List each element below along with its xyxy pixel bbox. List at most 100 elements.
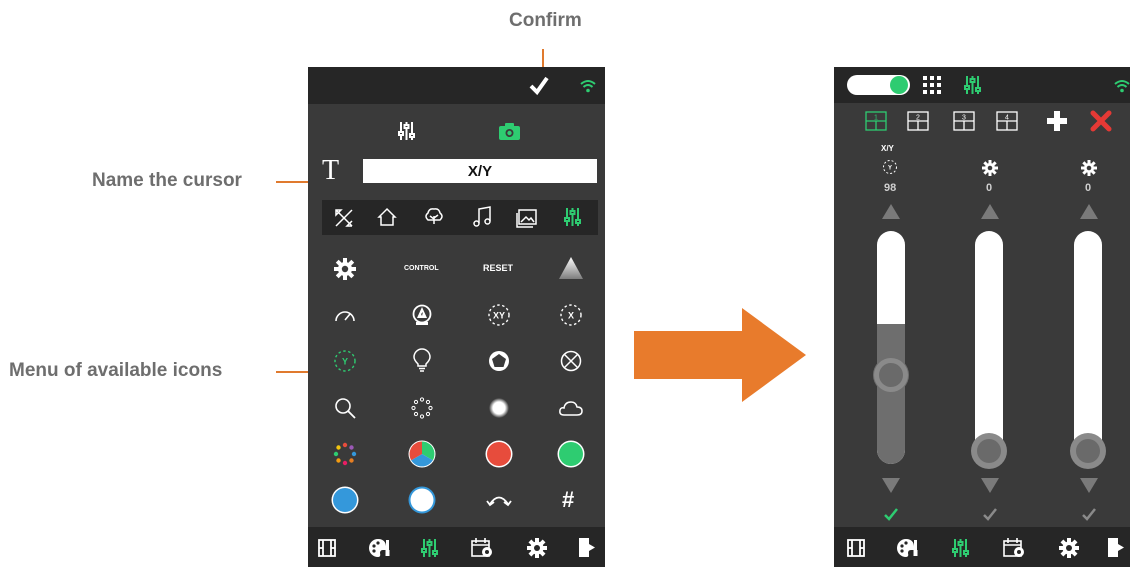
pentagon-icon[interactable] <box>488 350 510 372</box>
hash-icon[interactable]: # <box>562 488 574 512</box>
top-bar <box>308 67 605 104</box>
red-circle-icon[interactable] <box>485 440 513 468</box>
layout-tab-3-label: 3 <box>962 115 966 122</box>
right-arrow-icon <box>634 308 806 402</box>
layout-tab-3[interactable]: 3 <box>953 111 975 131</box>
sliders-top-icon[interactable] <box>964 75 981 95</box>
text-t-icon: T <box>322 155 340 186</box>
slider-1-check-icon[interactable] <box>883 507 899 521</box>
slider-3-up-arrow[interactable] <box>1080 204 1098 219</box>
slider-1-knob[interactable] <box>873 357 909 393</box>
film-icon[interactable] <box>847 539 865 557</box>
sliders-nav-icon[interactable] <box>952 538 969 558</box>
add-icon[interactable] <box>1047 111 1067 131</box>
gear-nav-icon[interactable] <box>1059 538 1079 558</box>
sliders-nav-icon[interactable] <box>421 538 438 558</box>
slider-3-down-arrow[interactable] <box>1080 478 1098 493</box>
slider-1-up-arrow[interactable] <box>882 204 900 219</box>
palette-icon[interactable] <box>897 538 919 558</box>
slider-3-check-icon[interactable] <box>1081 507 1097 521</box>
color-dots-icon[interactable] <box>333 442 357 466</box>
blue-circle-icon[interactable] <box>331 486 359 514</box>
calendar-gear-icon[interactable] <box>1003 537 1025 558</box>
exit-icon[interactable] <box>1107 537 1125 558</box>
calendar-gear-icon[interactable] <box>471 537 493 558</box>
check-icon[interactable] <box>529 75 549 96</box>
svg-text:Y: Y <box>888 166 892 172</box>
tree-icon[interactable] <box>424 207 444 227</box>
control-top-bar <box>834 67 1130 103</box>
slider-2-up-arrow[interactable] <box>981 204 999 219</box>
cursor-name-value: X/Y <box>467 162 493 180</box>
gauge-icon[interactable] <box>334 308 356 322</box>
wifi-icon <box>580 80 596 93</box>
layout-tab-1-label: 1 <box>874 115 878 122</box>
icon-editor-screen: T X/Y CONTROL RESET XY X Y # <box>308 67 605 567</box>
slider-1-track[interactable] <box>877 231 905 464</box>
control-label[interactable]: CONTROL <box>404 265 439 272</box>
bottom-nav <box>308 527 605 567</box>
annotation-menu-icons: Menu of available icons <box>9 360 223 381</box>
svg-text:Y: Y <box>342 357 348 367</box>
reset-label[interactable]: RESET <box>483 263 513 273</box>
master-toggle[interactable] <box>847 75 910 95</box>
svg-text:XY: XY <box>493 311 505 321</box>
toggle-knob <box>890 76 908 94</box>
home-icon[interactable] <box>377 207 397 227</box>
palette-icon[interactable] <box>369 538 391 558</box>
category-tabs <box>322 200 598 235</box>
gear-nav-icon[interactable] <box>527 538 547 558</box>
fire-alarm-icon[interactable] <box>412 304 432 326</box>
annotation-name-cursor: Name the cursor <box>92 170 242 191</box>
sliders-category-icon[interactable] <box>564 207 581 227</box>
slider-2-knob[interactable] <box>971 433 1007 469</box>
camera-icon[interactable] <box>499 123 520 140</box>
gradient-triangle-icon[interactable] <box>559 257 583 279</box>
layout-tab-4[interactable]: 4 <box>996 111 1018 131</box>
layout-tab-2[interactable]: 2 <box>907 111 929 131</box>
gear-icon <box>1081 160 1097 176</box>
cursor-name-input[interactable]: X/Y <box>363 159 597 183</box>
circle-x-icon[interactable] <box>560 350 582 372</box>
white-circle-icon[interactable] <box>408 486 436 514</box>
layout-tab-1[interactable]: 1 <box>865 111 887 131</box>
magnifier-icon[interactable] <box>334 397 356 419</box>
control-bottom-nav <box>834 527 1130 567</box>
wifi-icon-right <box>1114 80 1130 93</box>
y-icon: Y <box>883 160 897 174</box>
slider-2-value: 0 <box>986 182 993 194</box>
gear-icon <box>982 160 998 176</box>
cloud-icon[interactable] <box>559 400 583 416</box>
slider-2-track[interactable] <box>975 231 1003 464</box>
slider-3-track[interactable] <box>1074 231 1102 464</box>
layout-tab-4-label: 4 <box>1005 115 1009 122</box>
music-icon[interactable] <box>473 206 493 228</box>
green-circle-icon[interactable] <box>557 440 585 468</box>
slider-2-down-arrow[interactable] <box>981 478 999 493</box>
slider-1-name: X/Y <box>881 144 894 153</box>
film-icon[interactable] <box>318 539 336 557</box>
curved-arrow-icon[interactable] <box>486 491 512 507</box>
dotted-ring-icon[interactable] <box>411 397 433 419</box>
gear-icon[interactable] <box>334 258 356 280</box>
layout-tab-2-label: 2 <box>916 115 920 122</box>
slider-2-check-icon[interactable] <box>982 507 998 521</box>
exit-icon[interactable] <box>578 537 596 558</box>
svg-text:X: X <box>568 311 574 321</box>
delete-icon[interactable] <box>1090 110 1112 132</box>
tricolor-icon[interactable] <box>408 440 436 468</box>
slider-control-screen: 1 2 3 4 X/Y Y 98 0 0 <box>834 67 1130 567</box>
picture-icon[interactable] <box>516 208 538 228</box>
slider-1-value: 98 <box>884 182 897 194</box>
y-icon[interactable]: Y <box>333 349 357 373</box>
slider-1-down-arrow[interactable] <box>882 478 900 493</box>
xy-icon[interactable]: XY <box>487 303 511 327</box>
x-icon[interactable]: X <box>559 303 583 327</box>
tools-icon[interactable] <box>334 208 354 228</box>
sliders-mode-icon[interactable] <box>398 121 415 141</box>
white-dot-icon[interactable] <box>488 397 510 419</box>
slider-3-knob[interactable] <box>1070 433 1106 469</box>
bulb-icon[interactable] <box>413 348 431 373</box>
slider-1-fill <box>877 324 905 464</box>
grid-icon[interactable] <box>923 76 941 94</box>
